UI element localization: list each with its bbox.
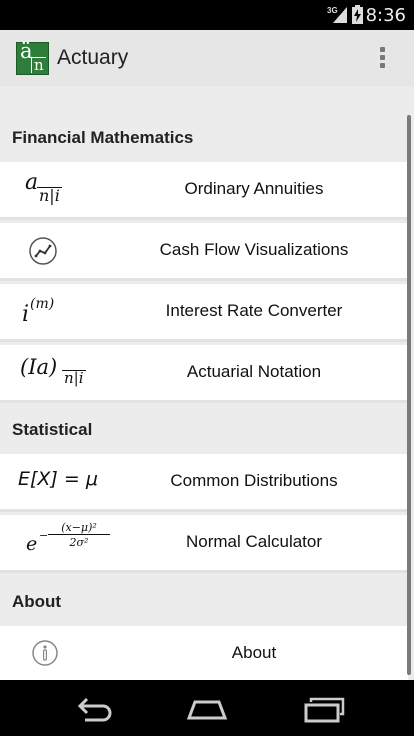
list-item-ordinary-annuities[interactable]: a n|i Ordinary Annuities: [0, 162, 408, 220]
item-label: About: [231, 643, 277, 662]
list-item-interest-rate[interactable]: i (m) Interest Rate Converter: [0, 284, 408, 342]
list-item-normal-calculator[interactable]: e − (x−μ)² 2σ² Normal Calculator: [0, 515, 408, 573]
item-label: Common Distributions: [170, 471, 338, 490]
item-label: Actuarial Notation: [186, 362, 322, 381]
item-label: Ordinary Annuities: [184, 179, 324, 198]
item-label: Normal Calculator: [185, 532, 323, 551]
battery-icon: [352, 5, 363, 24]
list-item-about[interactable]: About: [0, 626, 408, 680]
item-label: Interest Rate Converter: [165, 301, 343, 320]
scrollbar[interactable]: [407, 115, 411, 675]
clock: 8:36: [365, 5, 406, 26]
app-logo[interactable]: ä n: [16, 39, 49, 75]
section-header-statistical: Statistical: [12, 420, 93, 439]
list-item-actuarial-notation[interactable]: (Ia) n|i Actuarial Notation: [0, 345, 408, 403]
menu-list: Financial Mathematics a n|i Ordinary Ann…: [0, 86, 414, 680]
interest-rate-formula-icon: i (m): [22, 296, 55, 327]
app-title: Actuary: [57, 46, 129, 69]
logo-bottom: n: [31, 57, 46, 73]
app-bar: ä n Actuary: [0, 30, 414, 87]
back-icon[interactable]: [71, 694, 115, 724]
section-header-financial: Financial Mathematics: [12, 128, 194, 147]
increasing-annuity-formula-icon: (Ia) n|i: [20, 355, 86, 387]
section-header-about: About: [12, 592, 62, 611]
list-item-common-distributions[interactable]: E[X] = μ Common Distributions: [0, 454, 408, 512]
info-icon: [32, 640, 58, 666]
home-icon[interactable]: [185, 694, 229, 724]
list-item-cash-flow[interactable]: Cash Flow Visualizations: [0, 223, 408, 281]
item-label: Cash Flow Visualizations: [159, 240, 349, 259]
recents-icon[interactable]: [302, 694, 346, 724]
line-chart-icon: [29, 237, 57, 265]
expectation-formula-icon: E[X] = μ: [18, 468, 98, 490]
navigation-bar: [0, 680, 414, 736]
status-bar: 3G 8:36: [0, 0, 414, 30]
signal-icon: [333, 7, 347, 23]
annuity-formula-icon: a n|i: [25, 170, 62, 205]
overflow-menu-icon[interactable]: [372, 44, 392, 72]
